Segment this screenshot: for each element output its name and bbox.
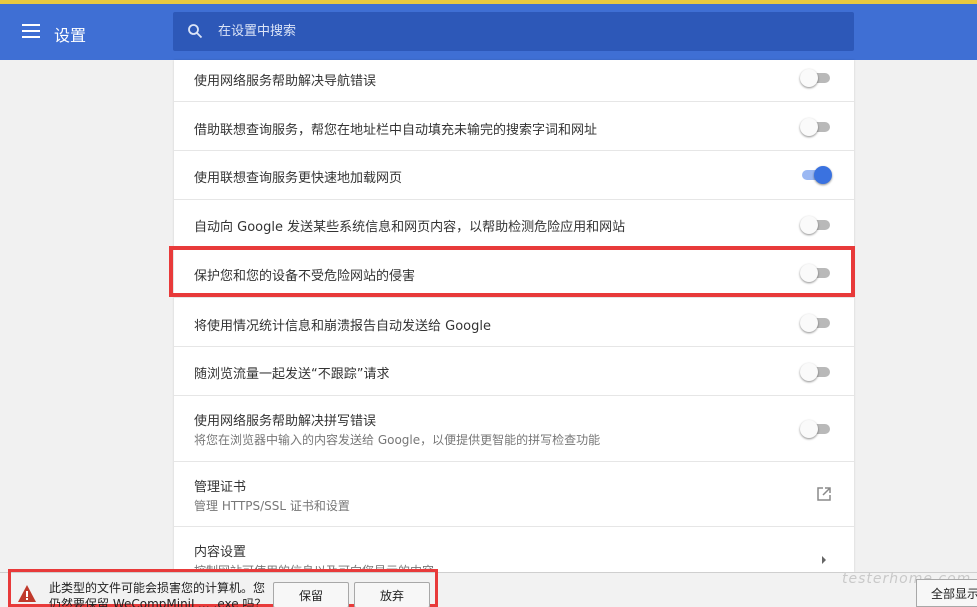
search-input[interactable] bbox=[218, 12, 838, 51]
setting-label: 内容设置 bbox=[194, 545, 247, 560]
setting-label: 将使用情况统计信息和崩溃报告自动发送给 Google bbox=[194, 319, 491, 334]
nav-errors-toggle[interactable] bbox=[800, 69, 832, 87]
setting-row-safe-browsing-reports: 自动向 Google 发送某些系统信息和网页内容，以帮助检测危险应用和网站 bbox=[174, 200, 854, 249]
setting-label: 自动向 Google 发送某些系统信息和网页内容，以帮助检测危险应用和网站 bbox=[194, 220, 626, 235]
do-not-track-toggle[interactable] bbox=[800, 363, 832, 381]
setting-label: 使用网络服务帮助解决拼写错误 bbox=[194, 414, 377, 429]
keep-button[interactable]: 保留 bbox=[273, 582, 349, 607]
external-link-icon[interactable] bbox=[816, 486, 832, 502]
safe-browsing-toggle[interactable] bbox=[800, 264, 832, 282]
setting-sublabel: 将您在浏览器中输入的内容发送给 Google，以便提供更智能的拼写检查功能 bbox=[194, 433, 601, 447]
warning-icon bbox=[18, 585, 36, 602]
setting-row-spellcheck: 使用网络服务帮助解决拼写错误 将您在浏览器中输入的内容发送给 Google，以便… bbox=[174, 396, 854, 462]
show-all-button[interactable]: 全部显示 bbox=[916, 579, 977, 607]
setting-label: 随浏览流量一起发送“不跟踪”请求 bbox=[194, 367, 390, 382]
download-warning: 此类型的文件可能会损害您的计算机。您仍然要保留 WeCompMiniL… .ex… bbox=[8, 569, 438, 607]
setting-row-autocomplete: 借助联想查询服务，帮您在地址栏中自动填充未输完的搜索字词和网址 bbox=[174, 102, 854, 151]
autocomplete-toggle[interactable] bbox=[800, 118, 832, 136]
privacy-settings-card: 使用网络服务帮助解决导航错误 借助联想查询服务，帮您在地址栏中自动填充未输完的搜… bbox=[174, 60, 854, 578]
search-icon bbox=[188, 24, 203, 39]
setting-row-content-settings[interactable]: 内容设置 控制网站可使用的信息以及可向您显示的内容 bbox=[174, 527, 854, 578]
setting-label: 保护您和您的设备不受危险网站的侵害 bbox=[194, 269, 416, 284]
preload-toggle[interactable] bbox=[800, 166, 832, 184]
safe-browsing-reports-toggle[interactable] bbox=[800, 216, 832, 234]
menu-icon[interactable] bbox=[22, 24, 40, 38]
setting-label: 借助联想查询服务，帮您在地址栏中自动填充未输完的搜索字词和网址 bbox=[194, 123, 598, 138]
settings-header: 设置 bbox=[0, 4, 977, 60]
setting-row-manage-certificates[interactable]: 管理证书 管理 HTTPS/SSL 证书和设置 bbox=[174, 462, 854, 527]
setting-row-nav-errors: 使用网络服务帮助解决导航错误 bbox=[174, 60, 854, 102]
discard-button[interactable]: 放弃 bbox=[354, 582, 430, 607]
setting-label: 使用网络服务帮助解决导航错误 bbox=[194, 74, 377, 89]
setting-label: 使用联想查询服务更快速地加载网页 bbox=[194, 171, 403, 186]
setting-row-preload: 使用联想查询服务更快速地加载网页 bbox=[174, 151, 854, 200]
chevron-right-icon[interactable] bbox=[820, 555, 828, 565]
usage-stats-toggle[interactable] bbox=[800, 314, 832, 332]
spellcheck-toggle[interactable] bbox=[800, 420, 832, 438]
setting-sublabel: 管理 HTTPS/SSL 证书和设置 bbox=[194, 499, 350, 513]
search-box[interactable] bbox=[173, 12, 854, 51]
page-title: 设置 bbox=[54, 26, 87, 45]
setting-row-do-not-track: 随浏览流量一起发送“不跟踪”请求 bbox=[174, 347, 854, 396]
setting-label: 管理证书 bbox=[194, 480, 247, 495]
warning-text: 此类型的文件可能会损害您的计算机。您仍然要保留 WeCompMiniL… .ex… bbox=[49, 581, 267, 607]
setting-row-safe-browsing: 保护您和您的设备不受危险网站的侵害 bbox=[174, 249, 854, 298]
setting-row-usage-stats: 将使用情况统计信息和崩溃报告自动发送给 Google bbox=[174, 298, 854, 347]
